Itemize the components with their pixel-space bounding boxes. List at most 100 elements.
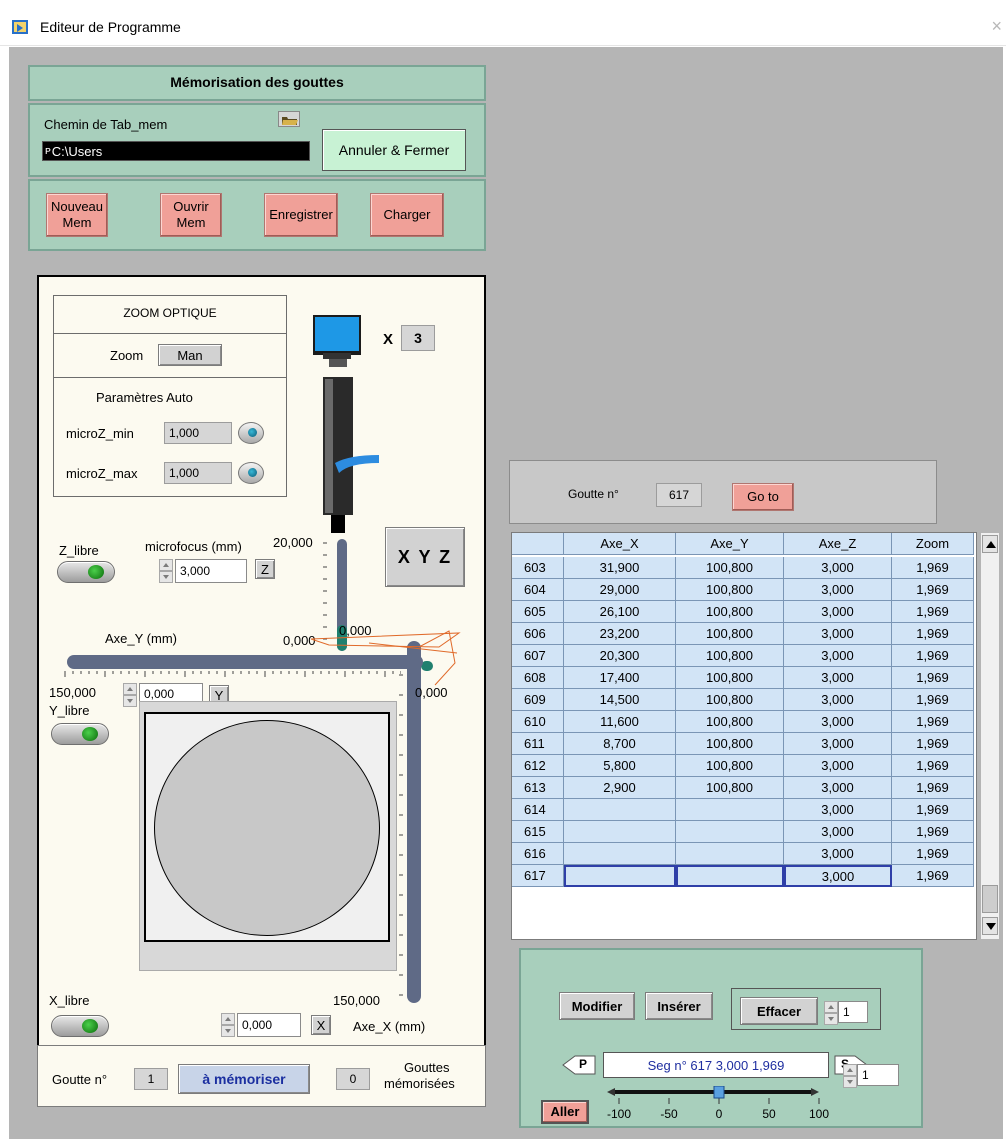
table-cell[interactable]: 1,969	[892, 579, 974, 601]
table-cell[interactable]: 1,969	[892, 601, 974, 623]
table-cell[interactable]: 611	[512, 733, 564, 755]
table-cell[interactable]: 610	[512, 711, 564, 733]
table-cell[interactable]	[564, 843, 676, 865]
table-cell[interactable]: 606	[512, 623, 564, 645]
y-axis-slider[interactable]	[67, 655, 423, 669]
table-cell[interactable]: 3,000	[784, 689, 892, 711]
microz-min-set-button[interactable]	[238, 422, 264, 444]
table-cell[interactable]: 3,000	[784, 733, 892, 755]
x-set-button[interactable]: X	[311, 1015, 331, 1035]
slider-handle[interactable]	[713, 1086, 725, 1099]
table-row[interactable]: 617 3,000 1,969	[512, 865, 978, 887]
table-cell[interactable]: 3,000	[784, 623, 892, 645]
table-cell[interactable]: 100,800	[676, 645, 784, 667]
table-cell[interactable]: 100,800	[676, 667, 784, 689]
table-cell[interactable]: 1,969	[892, 843, 974, 865]
table-cell[interactable]: 5,800	[564, 755, 676, 777]
x-spinner[interactable]	[221, 1013, 235, 1037]
table-cell[interactable]: 3,000	[784, 777, 892, 799]
table-cell[interactable]: 1,969	[892, 755, 974, 777]
table-row[interactable]: 608 17,400 100,800 3,000 1,969	[512, 667, 978, 689]
erase-button[interactable]: Effacer	[740, 997, 818, 1025]
table-cell[interactable]: 603	[512, 557, 564, 579]
table-row[interactable]: 604 29,000 100,800 3,000 1,969	[512, 579, 978, 601]
table-row[interactable]: 613 2,900 100,800 3,000 1,969	[512, 777, 978, 799]
table-cell[interactable]: 3,000	[784, 645, 892, 667]
table-cell[interactable]: 1,969	[892, 799, 974, 821]
table-cell[interactable]: 1,969	[892, 689, 974, 711]
table-cell[interactable]: 604	[512, 579, 564, 601]
erase-spinner[interactable]	[824, 1001, 838, 1025]
table-cell[interactable]: 3,000	[784, 755, 892, 777]
table-cell[interactable]: 1,969	[892, 711, 974, 733]
table-cell[interactable]: 3,000	[784, 557, 892, 579]
microz-max-set-button[interactable]	[238, 462, 264, 484]
table-cell[interactable]: 14,500	[564, 689, 676, 711]
table-cell[interactable]: 607	[512, 645, 564, 667]
table-cell[interactable]: 100,800	[676, 557, 784, 579]
table-cell[interactable]: 1,969	[892, 865, 974, 887]
table-row[interactable]: 610 11,600 100,800 3,000 1,969	[512, 711, 978, 733]
table-cell[interactable]: 1,969	[892, 645, 974, 667]
table-cell[interactable]: 100,800	[676, 777, 784, 799]
table-cell[interactable]: 1,969	[892, 667, 974, 689]
scroll-up-icon[interactable]	[982, 535, 998, 553]
table-cell[interactable]: 3,000	[784, 579, 892, 601]
prev-segment-button[interactable]: P	[561, 1054, 597, 1076]
table-cell[interactable]: 612	[512, 755, 564, 777]
x-value-field[interactable]: 0,000	[237, 1013, 301, 1037]
table-cell[interactable]: 29,000	[564, 579, 676, 601]
z-set-button[interactable]: Z	[255, 559, 275, 579]
table-row[interactable]: 615 3,000 1,969	[512, 821, 978, 843]
table-row[interactable]: 614 3,000 1,969	[512, 799, 978, 821]
table-cell[interactable]: 614	[512, 799, 564, 821]
table-cell[interactable]: 1,969	[892, 733, 974, 755]
folder-browse-button[interactable]	[278, 111, 300, 127]
z-free-toggle[interactable]	[57, 561, 115, 583]
table-row[interactable]: 612 5,800 100,800 3,000 1,969	[512, 755, 978, 777]
table-cell[interactable]: 100,800	[676, 711, 784, 733]
table-cell[interactable]: 613	[512, 777, 564, 799]
table-cell[interactable]: 100,800	[676, 601, 784, 623]
table-cell[interactable]: 3,000	[784, 865, 892, 887]
step-slider[interactable]: -100 -50 0 50 100	[605, 1086, 831, 1126]
table-cell[interactable]: 608	[512, 667, 564, 689]
table-cell[interactable]	[676, 799, 784, 821]
table-cell[interactable]: 3,000	[784, 821, 892, 843]
table-cell[interactable]	[676, 843, 784, 865]
microfocus-field[interactable]: 3,000	[175, 559, 247, 583]
table-row[interactable]: 605 26,100 100,800 3,000 1,969	[512, 601, 978, 623]
table-row[interactable]: 606 23,200 100,800 3,000 1,969	[512, 623, 978, 645]
modify-button[interactable]: Modifier	[559, 992, 635, 1020]
table-cell[interactable]: 23,200	[564, 623, 676, 645]
table-cell[interactable]	[676, 865, 784, 887]
step-field[interactable]: 1	[857, 1064, 899, 1086]
table-cell[interactable]: 100,800	[676, 733, 784, 755]
microfocus-spinner[interactable]	[159, 559, 173, 583]
table-cell[interactable]: 3,000	[784, 667, 892, 689]
table-cell[interactable]: 616	[512, 843, 564, 865]
memorize-button[interactable]: à mémoriser	[178, 1064, 310, 1094]
new-mem-button[interactable]: Nouveau Mem	[46, 193, 108, 237]
zoom-mode-button[interactable]: Man	[158, 344, 222, 366]
scroll-thumb[interactable]	[982, 885, 998, 913]
table-cell[interactable]: 3,000	[784, 843, 892, 865]
table-scrollbar[interactable]	[980, 532, 1000, 940]
table-cell[interactable]: 8,700	[564, 733, 676, 755]
goto-button[interactable]: Go to	[732, 483, 794, 511]
table-row[interactable]: 616 3,000 1,969	[512, 843, 978, 865]
table-row[interactable]: 611 8,700 100,800 3,000 1,969	[512, 733, 978, 755]
table-cell[interactable]: 1,969	[892, 623, 974, 645]
table-cell[interactable]: 100,800	[676, 579, 784, 601]
table-cell[interactable]: 31,900	[564, 557, 676, 579]
y-free-toggle[interactable]	[51, 723, 109, 745]
step-spinner[interactable]	[843, 1064, 857, 1088]
table-cell[interactable]: 605	[512, 601, 564, 623]
table-cell[interactable]: 17,400	[564, 667, 676, 689]
table-cell[interactable]	[564, 865, 676, 887]
table-cell[interactable]: 1,969	[892, 557, 974, 579]
table-cell[interactable]: 2,900	[564, 777, 676, 799]
table-cell[interactable]: 11,600	[564, 711, 676, 733]
table-cell[interactable]: 617	[512, 865, 564, 887]
table-cell[interactable]: 100,800	[676, 623, 784, 645]
